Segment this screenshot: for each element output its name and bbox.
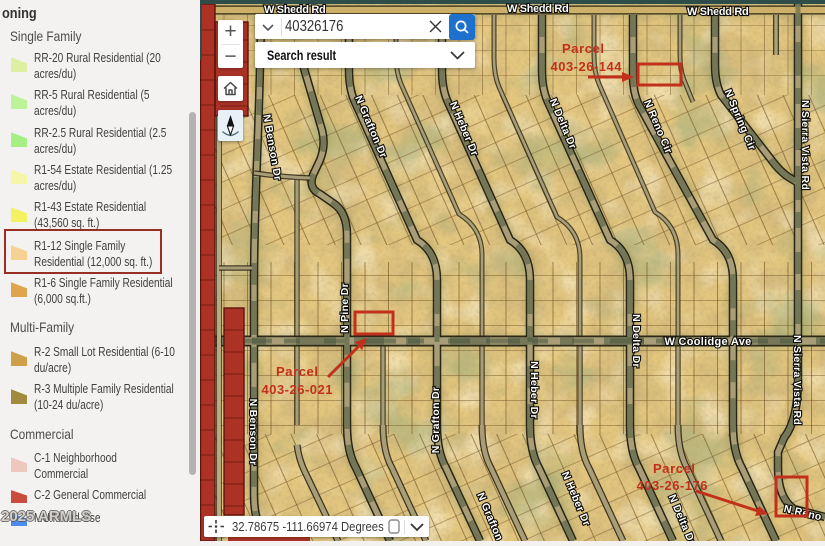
svg-text:N Pine Dr: N Pine Dr xyxy=(339,283,351,333)
svg-text:Parcel: Parcel xyxy=(653,461,695,476)
svg-text:403-26-144: 403-26-144 xyxy=(551,59,623,74)
svg-text:N Grafton Dr: N Grafton Dr xyxy=(430,387,442,454)
svg-text:N Benson Dr: N Benson Dr xyxy=(247,399,259,466)
svg-text:N Sierra Vista Rd: N Sierra Vista Rd xyxy=(791,335,803,425)
svg-text:W Shedd Rd: W Shedd Rd xyxy=(687,6,749,18)
svg-text:403-26-021: 403-26-021 xyxy=(262,382,333,397)
svg-text:N Heber Dr: N Heber Dr xyxy=(528,361,540,419)
svg-text:N Delta Dr: N Delta Dr xyxy=(630,314,642,368)
svg-text:Parcel: Parcel xyxy=(276,364,318,379)
svg-text:Parcel: Parcel xyxy=(562,41,604,56)
svg-text:W Shedd Rd: W Shedd Rd xyxy=(507,3,569,15)
svg-text:W Coolidge Ave: W Coolidge Ave xyxy=(664,336,751,348)
svg-text:N Sierra Vista Rd: N Sierra Vista Rd xyxy=(799,100,811,190)
